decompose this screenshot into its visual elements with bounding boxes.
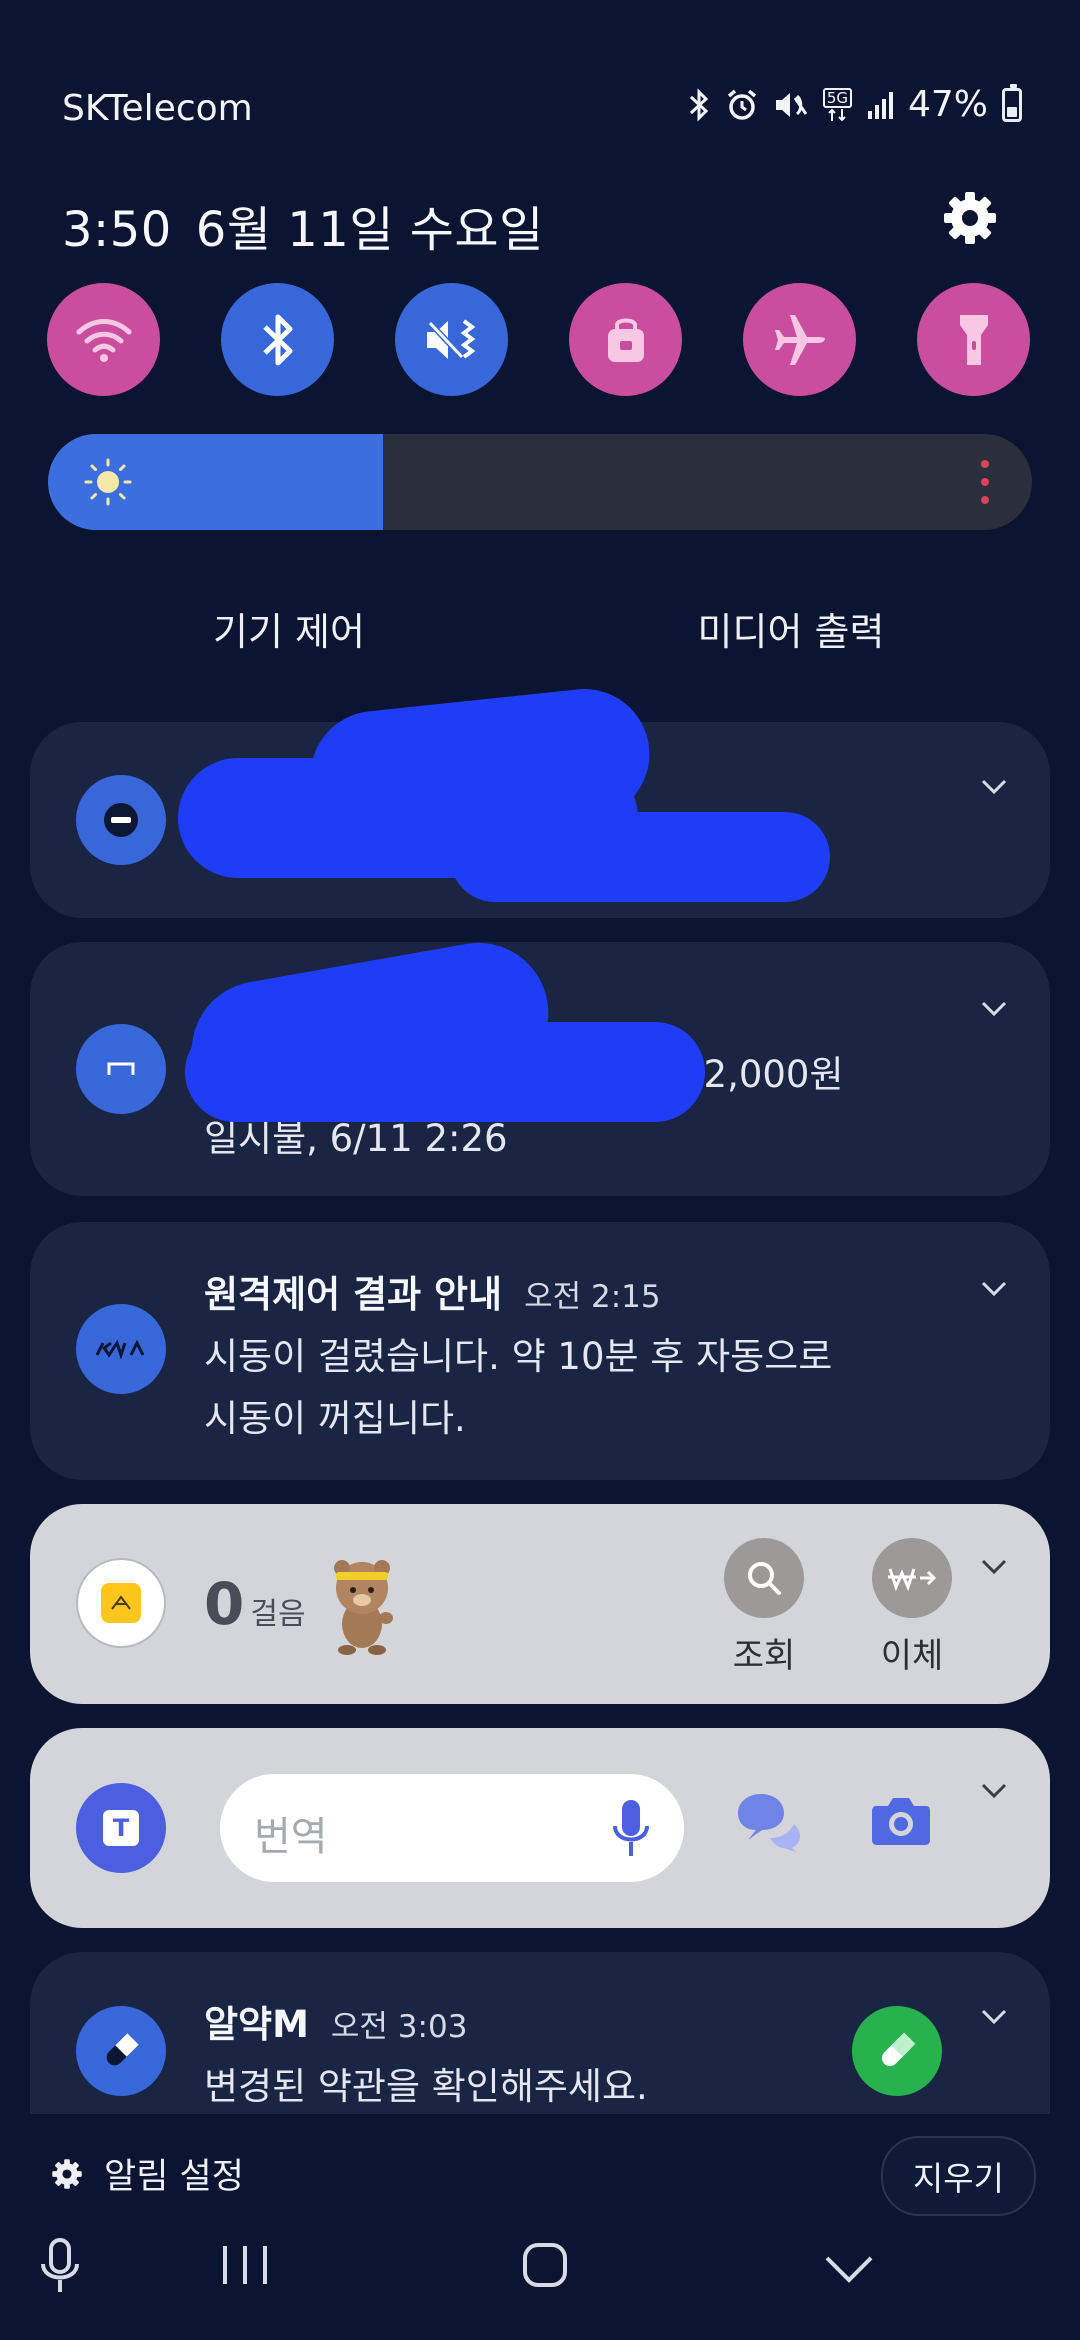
mute-icon — [773, 88, 809, 122]
clock: 3:50 — [62, 202, 172, 258]
notification-card-2[interactable]: 12,000원 일시불, 6/11 2:26 — [30, 931, 1050, 1196]
chevron-down-icon[interactable] — [980, 994, 1008, 1022]
conversation-icon[interactable] — [734, 1790, 802, 1852]
lock-icon — [607, 318, 644, 362]
bluetooth-icon — [262, 314, 292, 365]
kb-bank-app-icon — [76, 1558, 166, 1648]
chevron-down-icon[interactable] — [980, 1552, 1008, 1580]
pill-large-icon — [852, 2006, 942, 2096]
translate-placeholder: 번역 — [254, 1814, 328, 1860]
transfer-button[interactable] — [872, 1538, 952, 1618]
won-transfer-icon — [888, 1568, 937, 1592]
mute-toggle[interactable] — [395, 283, 508, 396]
chevron-down-icon[interactable] — [980, 1776, 1008, 1804]
camera-icon[interactable] — [870, 1794, 932, 1848]
notification-time: 오전 2:15 — [524, 1279, 661, 1315]
kia-app-icon — [76, 1304, 166, 1394]
home-icon[interactable] — [522, 2242, 568, 2288]
airplane-icon — [774, 314, 825, 365]
inquiry-label[interactable]: 조회 — [724, 1628, 804, 1677]
notification-body: 변경된 약관을 확인해주세요. — [204, 2065, 648, 2108]
wifi-icon — [76, 318, 131, 362]
notification-card-3[interactable]: 원격제어 결과 안내 오전 2:15 시동이 걸렸습니다. 약 10분 후 자동으… — [30, 1222, 1050, 1480]
chevron-down-icon[interactable] — [980, 772, 1008, 800]
voice-input-icon[interactable] — [38, 2238, 82, 2294]
card-app-icon — [76, 1024, 166, 1114]
settings-gear-icon[interactable] — [940, 188, 1000, 248]
chevron-down-icon[interactable] — [980, 1274, 1008, 1302]
chevron-down-icon[interactable] — [980, 2002, 1008, 2030]
sun-icon — [84, 458, 132, 506]
clear-all-button[interactable]: 지우기 — [880, 2136, 1036, 2216]
step-counter: 0 걸음 — [204, 1570, 306, 1638]
airplane-toggle[interactable] — [743, 283, 856, 396]
notification-title: 알약M 오전 3:03 — [204, 2003, 468, 2046]
media-output-button[interactable]: 미디어 출력 — [546, 588, 1036, 668]
bluetooth-status-icon — [687, 87, 711, 122]
clock-date: 3:50 6월 11일 수요일 — [62, 190, 568, 260]
network-5g-icon: 5G — [822, 87, 852, 122]
translate-t-icon: T — [103, 1810, 139, 1846]
step-count: 0 — [204, 1570, 245, 1638]
hide-keyboard-chevron-icon[interactable] — [824, 2254, 874, 2284]
bear-character-icon — [334, 1560, 393, 1655]
notification-body-line1: 시동이 걸렸습니다. 약 10분 후 자동으로 — [204, 1335, 833, 1378]
status-icons: 5G 47% — [687, 83, 1022, 125]
notification-title: 원격제어 결과 안내 오전 2:15 — [204, 1273, 661, 1316]
more-options-icon[interactable] — [980, 458, 990, 506]
notification-body-line2: 시동이 꺼집니다. — [204, 1397, 466, 1440]
gear-icon — [52, 2158, 82, 2189]
wifi-toggle[interactable] — [47, 283, 160, 396]
transfer-label[interactable]: 이체 — [872, 1628, 952, 1677]
search-icon — [748, 1562, 781, 1595]
redaction-mark — [450, 812, 830, 902]
kb-logo — [101, 1583, 141, 1623]
alarm-icon — [725, 88, 759, 122]
battery-icon — [1002, 83, 1022, 122]
dnd-app-icon — [76, 775, 166, 865]
notification-settings-button[interactable]: 알림 설정 — [50, 2148, 244, 2199]
device-control-button[interactable]: 기기 제어 — [44, 588, 534, 668]
translator-app-icon: T — [76, 1783, 166, 1873]
notification-time: 오전 3:03 — [330, 2009, 468, 2045]
microphone-icon[interactable] — [610, 1798, 652, 1860]
flashlight-icon — [959, 314, 988, 365]
step-unit: 걸음 — [250, 1597, 306, 1632]
secure-folder-toggle[interactable] — [569, 283, 682, 396]
flashlight-toggle[interactable] — [917, 283, 1030, 396]
bluetooth-toggle[interactable] — [221, 283, 334, 396]
battery-percent: 47% — [907, 84, 988, 125]
translator-widget[interactable]: T 번역 — [30, 1728, 1050, 1928]
kb-bank-widget[interactable]: 0 걸음 조회 이체 — [30, 1504, 1050, 1704]
recent-apps-icon[interactable] — [220, 2244, 270, 2286]
carrier-name: SKTelecom — [62, 88, 253, 129]
inquiry-button[interactable] — [724, 1538, 804, 1618]
signal-icon — [866, 90, 894, 120]
brightness-slider[interactable] — [48, 434, 1032, 530]
pill-app-icon — [76, 2006, 166, 2096]
date: 6월 11일 수요일 — [195, 202, 544, 258]
mute-vibrate-icon — [426, 318, 475, 359]
notification-card-1[interactable] — [30, 682, 1050, 918]
redaction-mark — [185, 1022, 705, 1122]
translate-input[interactable]: 번역 — [220, 1774, 684, 1882]
notification-settings-label: 알림 설정 — [104, 2157, 244, 2197]
